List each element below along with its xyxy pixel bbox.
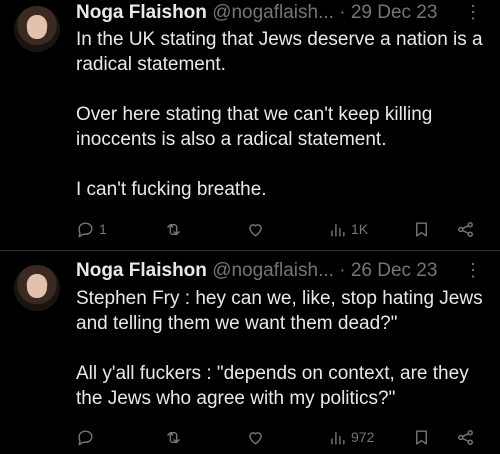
tweet-paragraph: I can't fucking breathe. — [76, 179, 267, 200]
tweet[interactable]: Noga Flaishon @nogaflaish... · 29 Dec 23… — [0, 0, 500, 250]
action-bar: 972 — [76, 425, 486, 449]
like-button[interactable] — [246, 425, 265, 449]
tweet-text: In the UK stating that Jews deserve a na… — [76, 27, 486, 202]
share-button[interactable] — [456, 217, 475, 241]
like-button[interactable] — [246, 217, 265, 241]
view-count: 1K — [351, 221, 369, 237]
tweet-paragraph: Stephen Fry : hey can we, like, stop hat… — [76, 288, 483, 334]
avatar[interactable] — [14, 6, 60, 52]
tweet-header: Noga Flaishon @nogaflaish... · 29 Dec 23 — [76, 2, 437, 24]
more-options-icon[interactable]: ⋮ — [464, 2, 482, 23]
view-count: 972 — [351, 429, 375, 445]
author-handle[interactable]: @nogaflaish... — [212, 260, 334, 281]
author-name[interactable]: Noga Flaishon — [76, 2, 207, 23]
tweet-header: Noga Flaishon @nogaflaish... · 26 Dec 23 — [76, 260, 437, 282]
bookmark-icon — [416, 429, 427, 445]
retweet-icon — [167, 223, 180, 235]
like-icon — [249, 431, 262, 445]
bookmark-button[interactable] — [412, 425, 431, 449]
views-icon — [331, 223, 345, 237]
author-name[interactable]: Noga Flaishon — [76, 260, 207, 281]
views-icon — [331, 431, 345, 445]
like-icon — [249, 223, 262, 237]
author-handle[interactable]: @nogaflaish... — [212, 2, 334, 23]
tweet[interactable]: Noga Flaishon @nogaflaish... · 26 Dec 23… — [0, 251, 500, 454]
share-icon — [458, 429, 473, 445]
reply-icon — [78, 221, 93, 237]
views-button[interactable]: 1K — [328, 217, 368, 241]
views-button[interactable]: 972 — [328, 425, 374, 449]
bookmark-icon — [416, 221, 427, 237]
share-icon — [458, 221, 473, 237]
tweet-text: Stephen Fry : hey can we, like, stop hat… — [76, 286, 486, 411]
tweet-date[interactable]: 26 Dec 23 — [351, 260, 438, 281]
reply-button[interactable] — [76, 425, 99, 449]
share-button[interactable] — [456, 425, 475, 449]
reply-button[interactable]: 1 — [76, 217, 107, 241]
more-options-icon[interactable]: ⋮ — [464, 260, 482, 281]
tweet-paragraph: All y'all fuckers : "depends on context,… — [76, 363, 469, 409]
tweet-paragraph: In the UK stating that Jews deserve a na… — [76, 29, 483, 75]
retweet-button[interactable] — [164, 217, 183, 241]
bookmark-button[interactable] — [412, 217, 431, 241]
tweet-paragraph: Over here stating that we can't keep kil… — [76, 104, 433, 150]
separator-dot: · — [339, 260, 346, 281]
reply-count: 1 — [99, 221, 107, 237]
tweet-date[interactable]: 29 Dec 23 — [351, 2, 438, 23]
avatar[interactable] — [14, 265, 60, 311]
action-bar: 1 1K — [76, 217, 486, 241]
retweet-icon — [167, 431, 180, 443]
reply-icon — [78, 429, 93, 445]
retweet-button[interactable] — [164, 425, 183, 449]
separator-dot: · — [339, 2, 346, 23]
